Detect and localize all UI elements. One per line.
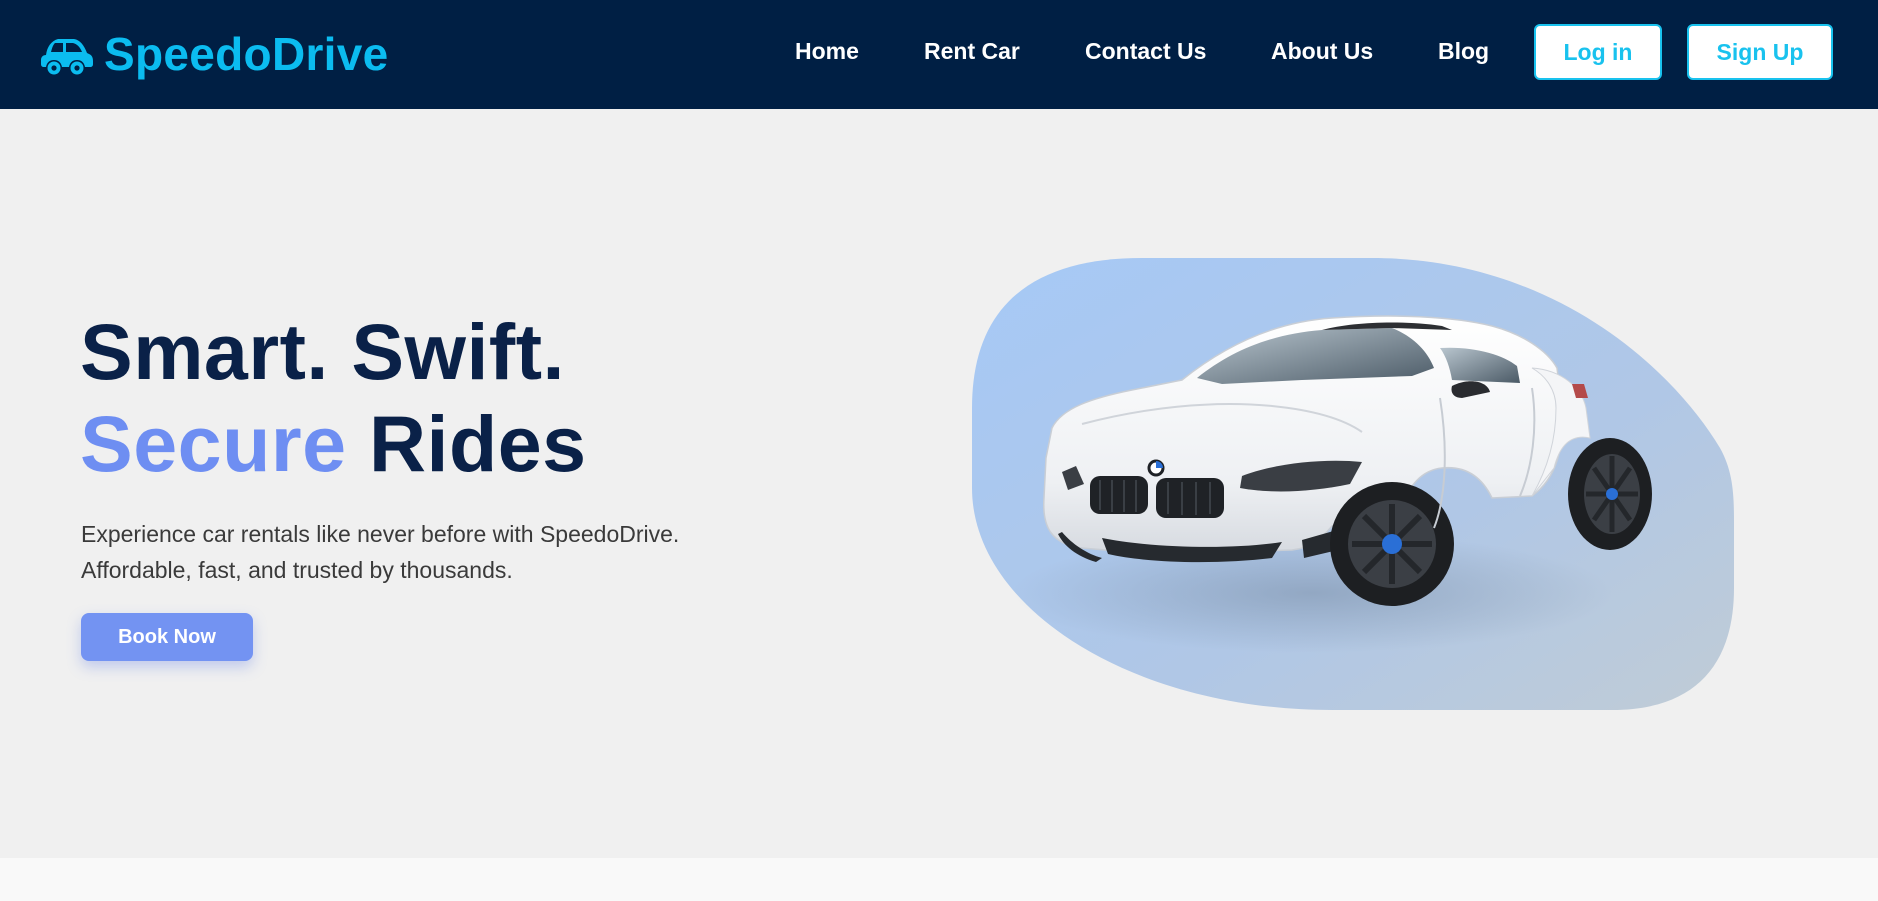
nav-blog[interactable]: Blog bbox=[1438, 38, 1489, 65]
nav-rent-car[interactable]: Rent Car bbox=[924, 38, 1020, 65]
login-button[interactable]: Log in bbox=[1534, 24, 1662, 80]
navbar: SpeedoDrive Home Rent Car Contact Us Abo… bbox=[0, 0, 1878, 109]
hero-description-line2: Affordable, fast, and trusted by thousan… bbox=[81, 557, 513, 583]
nav-about-us[interactable]: About Us bbox=[1271, 38, 1373, 65]
hero-title-line1: Smart. Swift. bbox=[80, 307, 565, 396]
hero-title-accent: Secure bbox=[80, 399, 347, 488]
hero-car-image bbox=[972, 258, 1734, 710]
hero-description: Experience car rentals like never before… bbox=[81, 516, 781, 588]
hero-description-line1: Experience car rentals like never before… bbox=[81, 521, 680, 547]
brand-name: SpeedoDrive bbox=[104, 28, 389, 80]
nav-contact-us[interactable]: Contact Us bbox=[1085, 38, 1206, 65]
signup-button[interactable]: Sign Up bbox=[1687, 24, 1833, 80]
book-now-button[interactable]: Book Now bbox=[81, 613, 253, 661]
brand-logo[interactable]: SpeedoDrive bbox=[40, 26, 389, 82]
next-section-strip bbox=[0, 858, 1878, 901]
hero-title: Smart. Swift. Secure Rides bbox=[80, 306, 587, 490]
car-icon bbox=[41, 39, 93, 75]
hero-title-rest: Rides bbox=[346, 399, 587, 488]
nav-home[interactable]: Home bbox=[795, 38, 859, 65]
